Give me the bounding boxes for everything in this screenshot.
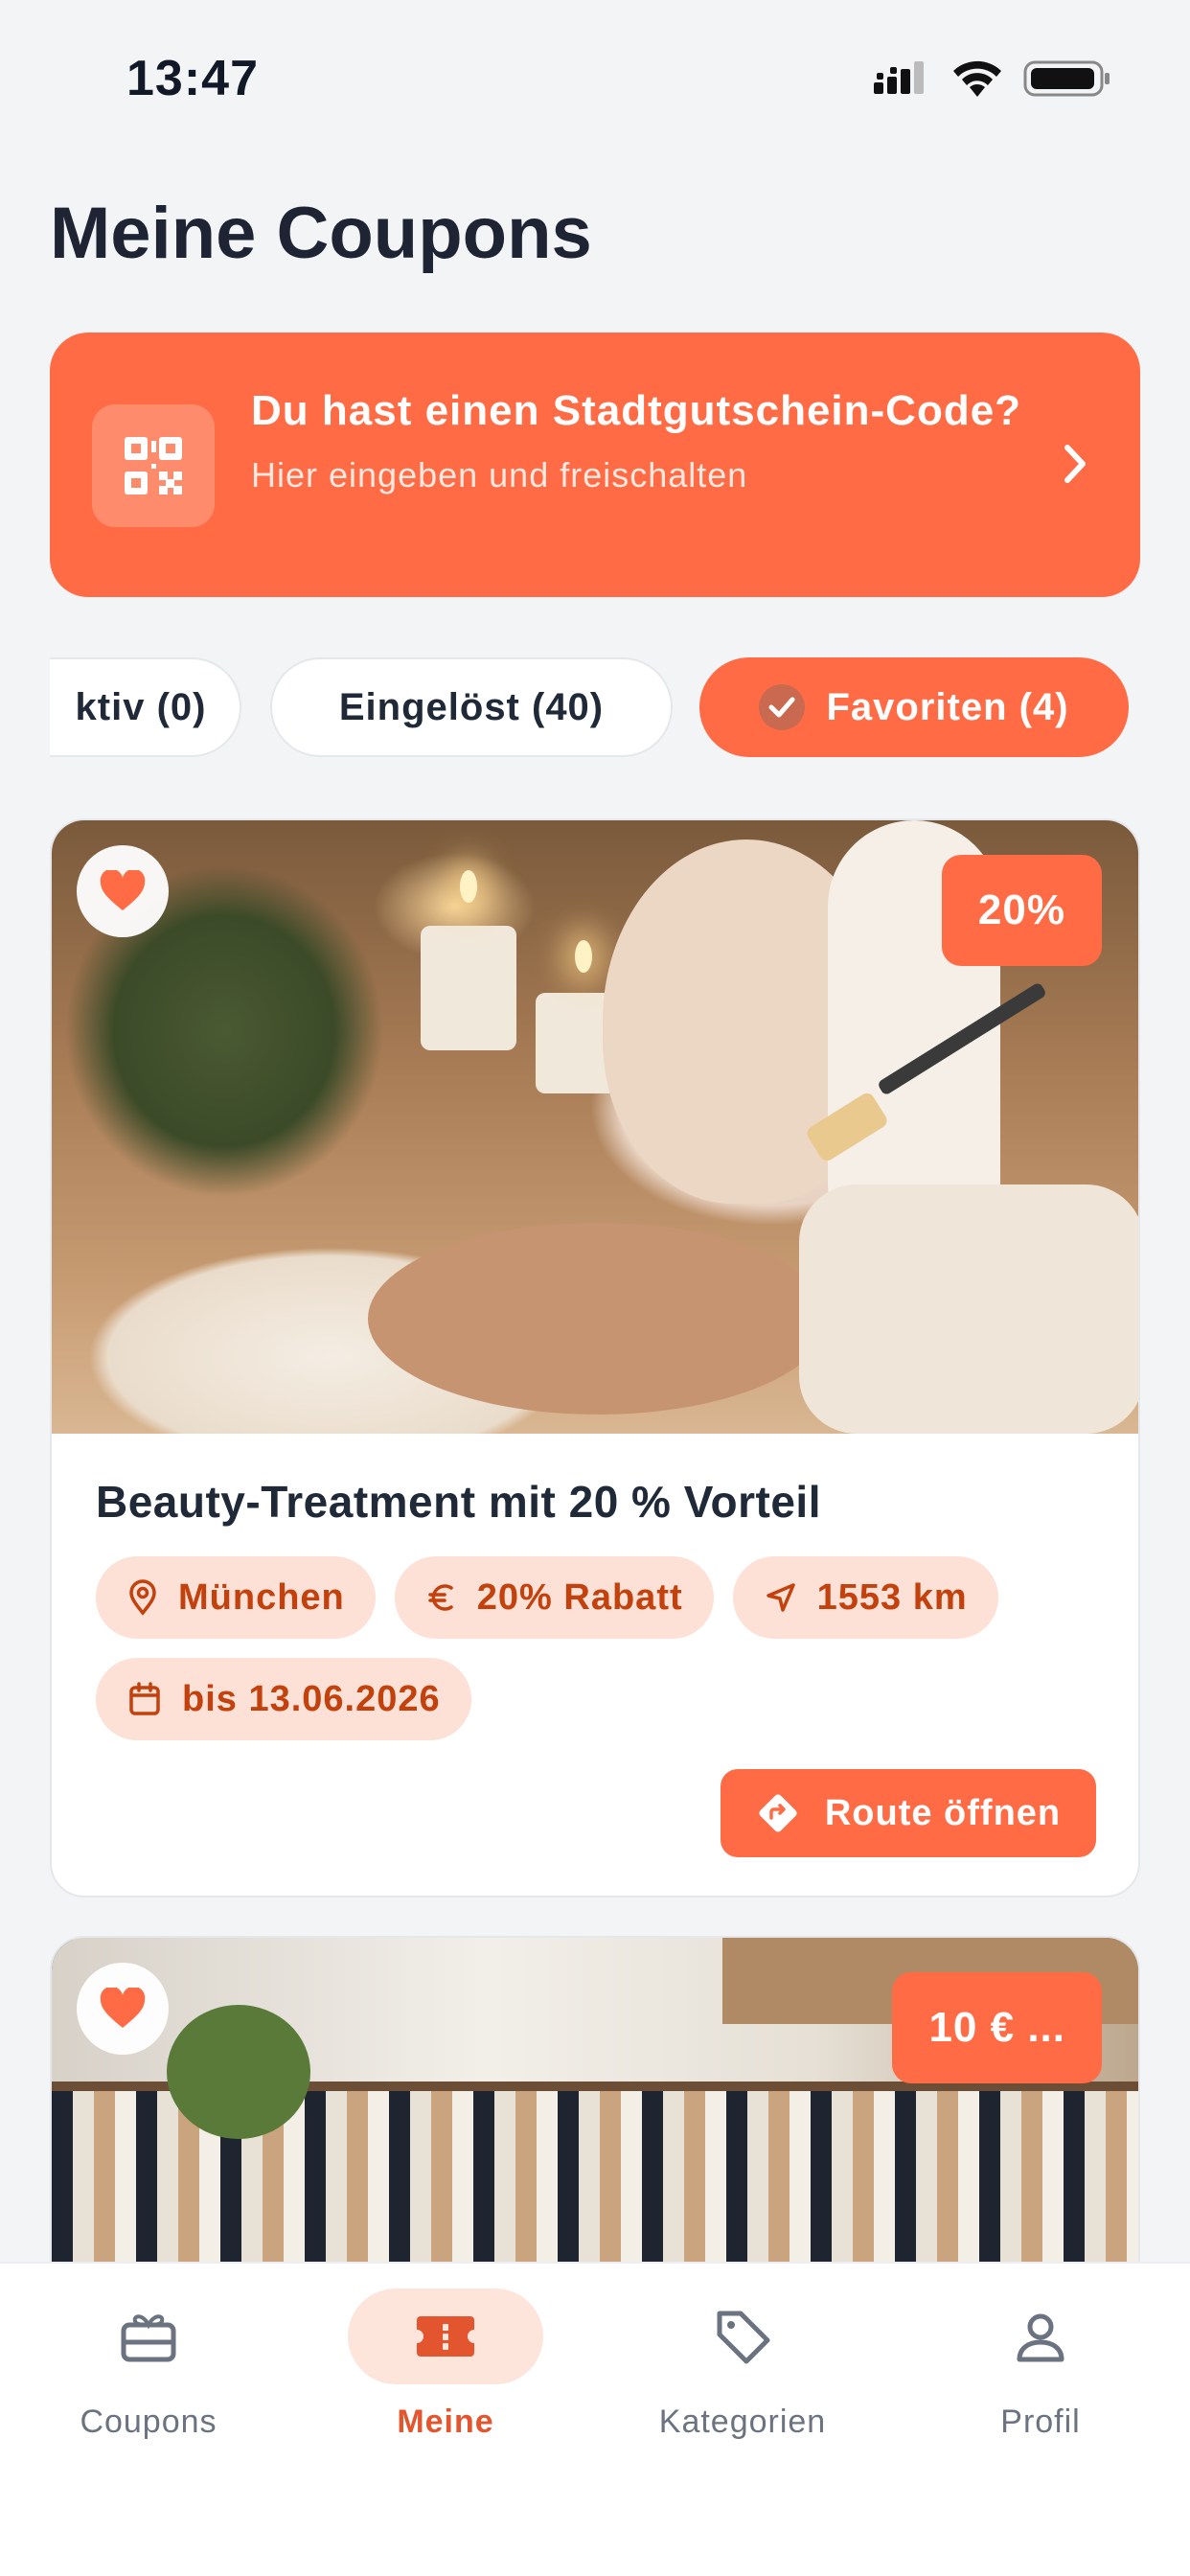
signal-icon — [874, 61, 924, 94]
battery-icon — [1023, 60, 1110, 97]
discount-chip: 20% Rabatt — [394, 1556, 714, 1639]
navigation-arrow-icon — [766, 1583, 795, 1612]
status-bar: 13:47 — [0, 0, 1190, 153]
page-title: Meine Coupons — [50, 193, 592, 274]
bottom-navigation: Coupons Meine Kategorien Profil — [0, 2262, 1190, 2576]
location-label: München — [178, 1576, 345, 1618]
voucher-code-banner[interactable]: Du hast einen Stadtgutschein-Code? Hier … — [50, 333, 1140, 597]
discount-badge: 10 € ... — [892, 1972, 1102, 2083]
validity-chip: bis 13.06.2026 — [96, 1658, 471, 1740]
filter-tabs: ktiv (0) Eingelöst (40) Favoriten (4) — [50, 656, 1140, 761]
user-icon — [943, 2288, 1138, 2384]
status-icons — [874, 58, 1111, 100]
nav-label: Meine — [397, 2404, 494, 2440]
heart-icon — [100, 1988, 146, 2028]
tab-label: Favoriten (4) — [826, 685, 1069, 728]
discount-label: 20% Rabatt — [476, 1576, 683, 1618]
discount-badge: 20% — [941, 855, 1102, 966]
banner-title: Du hast einen Stadtgutschein-Code? — [251, 387, 1022, 434]
route-label: Route öffnen — [824, 1792, 1062, 1833]
nav-coupons[interactable]: Coupons — [34, 2288, 263, 2480]
banner-subtitle: Hier eingeben und freischalten — [251, 455, 748, 494]
qr-code-icon — [92, 404, 215, 527]
chevron-right-icon — [1064, 445, 1086, 483]
status-time: 13:47 — [126, 51, 259, 106]
gift-card-icon — [51, 2288, 246, 2384]
tag-icon — [645, 2288, 840, 2384]
tab-aktiv[interactable]: ktiv (0) — [50, 657, 241, 757]
tab-label: ktiv (0) — [75, 685, 207, 728]
heart-icon — [100, 870, 146, 910]
nav-label: Profil — [1000, 2404, 1081, 2440]
wifi-icon — [953, 60, 1001, 97]
distance-label: 1553 km — [816, 1576, 968, 1618]
tab-favoriten[interactable]: Favoriten (4) — [699, 657, 1129, 757]
coupon-image: 20% — [52, 820, 1138, 1434]
coupon-title: Beauty-Treatment mit 20 % Vorteil — [96, 1477, 821, 1527]
nav-kategorien[interactable]: Kategorien — [628, 2288, 858, 2480]
favorite-button[interactable] — [77, 845, 169, 937]
distance-chip: 1553 km — [732, 1556, 998, 1639]
ticket-icon — [348, 2288, 543, 2384]
location-chip: München — [96, 1556, 376, 1639]
open-route-button[interactable]: Route öffnen — [721, 1769, 1096, 1857]
validity-label: bis 13.06.2026 — [182, 1678, 441, 1719]
coupon-chips: München 20% Rabatt 1553 km bis 13.06.202… — [96, 1556, 1102, 1740]
euro-icon — [428, 1584, 453, 1611]
nav-profil[interactable]: Profil — [926, 2288, 1156, 2480]
favorite-button[interactable] — [77, 1963, 169, 2055]
tab-eingeloest[interactable]: Eingelöst (40) — [270, 657, 673, 757]
map-pin-icon — [129, 1579, 156, 1616]
nav-label: Coupons — [80, 2404, 217, 2440]
check-icon — [759, 684, 806, 730]
tab-label: Eingelöst (40) — [338, 685, 605, 728]
coupon-card[interactable]: 20% Beauty-Treatment mit 20 % Vorteil Mü… — [50, 818, 1140, 1898]
calendar-icon — [129, 1682, 160, 1715]
nav-label: Kategorien — [658, 2404, 827, 2440]
nav-meine[interactable]: Meine — [331, 2288, 561, 2480]
directions-icon — [759, 1794, 797, 1832]
